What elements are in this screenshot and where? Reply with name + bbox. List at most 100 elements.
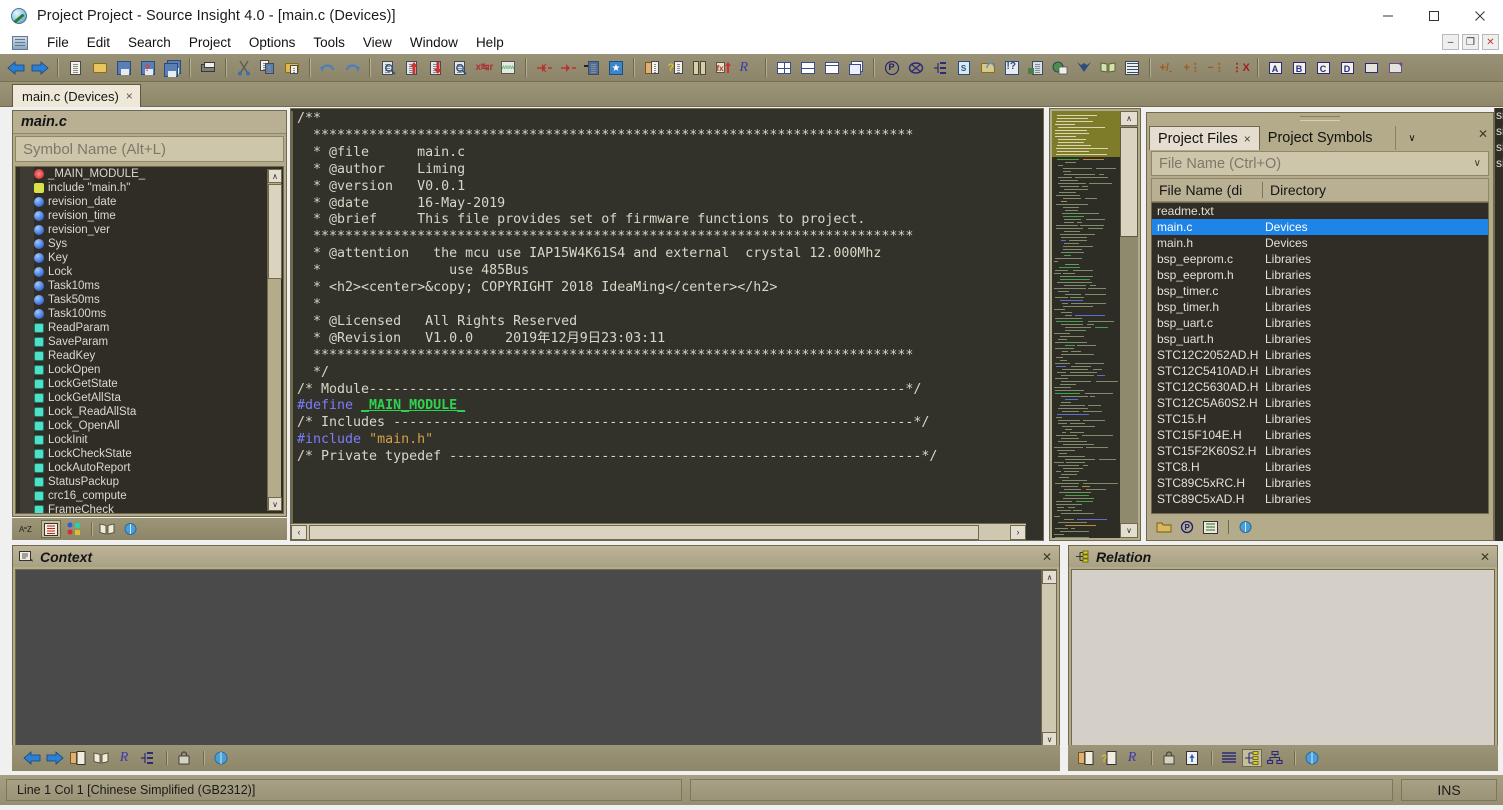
new-file-icon[interactable]	[65, 57, 87, 79]
project-file-list[interactable]: readme.txtmain.cDevicesmain.hDevicesbsp_…	[1151, 202, 1489, 514]
relation-content[interactable]	[1071, 569, 1495, 764]
symbol-list-item[interactable]: Task10ms	[16, 279, 283, 293]
open-book-icon[interactable]	[1097, 57, 1119, 79]
menu-view[interactable]: View	[354, 33, 401, 52]
bookmark-c-icon[interactable]: C	[1313, 57, 1335, 79]
symbol-type-icon[interactable]	[64, 520, 84, 538]
mdi-maximize-button[interactable]: ❐	[1462, 34, 1479, 50]
code-line[interactable]: * @attention the mcu use IAP15W4K61S4 an…	[297, 246, 1026, 263]
expand-icon[interactable]: +⋮	[1181, 57, 1203, 79]
symbol-list-item[interactable]: _MAIN_MODULE_	[16, 167, 283, 181]
symbol-list-item[interactable]: revision_time	[16, 209, 283, 223]
code-line[interactable]: ****************************************…	[297, 128, 1026, 145]
project-file-row[interactable]: STC8.HLibraries	[1152, 459, 1488, 475]
symbol-list[interactable]: _MAIN_MODULE_include "main.h"revision_da…	[15, 166, 284, 514]
scroll-down-icon[interactable]: ∨	[1042, 732, 1057, 746]
bird-icon[interactable]	[1073, 57, 1095, 79]
column-header-directory[interactable]: Directory	[1263, 182, 1326, 198]
project-file-row[interactable]: main.hDevices	[1152, 235, 1488, 251]
find-in-files-icon[interactable]	[449, 57, 471, 79]
project-file-row[interactable]: bsp_uart.hLibraries	[1152, 331, 1488, 347]
symbol-list-item[interactable]: SaveParam	[16, 335, 283, 349]
undo-icon[interactable]	[317, 57, 339, 79]
relation-window-icon[interactable]: R	[737, 57, 759, 79]
symbol-info-icon[interactable]: ?	[1099, 749, 1119, 767]
code-line[interactable]: /* Includes ----------------------------…	[297, 415, 1026, 432]
code-line[interactable]: ****************************************…	[297, 348, 1026, 365]
lock-icon[interactable]	[174, 749, 194, 767]
project-settings-icon[interactable]: P	[1177, 518, 1197, 536]
context-window-icon[interactable]	[1076, 749, 1096, 767]
code-line[interactable]: #include "main.h"	[297, 432, 1026, 449]
menu-help[interactable]: Help	[467, 33, 513, 52]
context-window-icon[interactable]	[68, 749, 88, 767]
symbol-list-item[interactable]: LockGetState	[16, 377, 283, 391]
scroll-right-icon[interactable]: ›	[1010, 525, 1026, 540]
symbol-list-item[interactable]: revision_ver	[16, 223, 283, 237]
project-report-icon[interactable]	[905, 57, 927, 79]
find-previous-icon[interactable]	[401, 57, 423, 79]
scroll-down-icon[interactable]: ∨	[268, 497, 282, 511]
symbol-list-item[interactable]: revision_date	[16, 195, 283, 209]
symbol-list-item[interactable]: Task50ms	[16, 293, 283, 307]
source-links-icon[interactable]	[977, 57, 999, 79]
scrollbar-thumb[interactable]	[1120, 127, 1138, 237]
close-icon[interactable]: ×	[126, 89, 133, 103]
symbol-info-icon[interactable]: ?	[665, 57, 687, 79]
sync-icon[interactable]	[1182, 749, 1202, 767]
menu-file[interactable]: File	[38, 33, 78, 52]
symbol-list-item[interactable]: Lock_ReadAllSta	[16, 405, 283, 419]
code-line[interactable]: * @brief This file provides set of firmw…	[297, 212, 1026, 229]
redo-icon[interactable]	[341, 57, 363, 79]
project-file-row[interactable]: bsp_uart.cLibraries	[1152, 315, 1488, 331]
mdi-close-button[interactable]: ✕	[1482, 34, 1499, 50]
scrollbar-track[interactable]	[307, 525, 1010, 540]
project-file-row[interactable]: bsp_eeprom.cLibraries	[1152, 251, 1488, 267]
symbol-search-input[interactable]: Symbol Name (Alt+L)	[15, 136, 284, 162]
mdi-app-icon[interactable]	[12, 36, 28, 50]
close-icon[interactable]: ×	[1244, 132, 1251, 146]
menu-edit[interactable]: Edit	[78, 33, 119, 52]
scroll-down-icon[interactable]: ∨	[1120, 523, 1138, 538]
refresh-icon[interactable]	[211, 749, 231, 767]
clear-marks-icon[interactable]: ⋮X	[1229, 57, 1251, 79]
tab-main-c[interactable]: main.c (Devices) ×	[12, 84, 141, 107]
scroll-up-icon[interactable]: ∧	[1042, 570, 1057, 584]
code-line[interactable]: /* Module-------------------------------…	[297, 382, 1026, 399]
scroll-up-icon[interactable]: ∧	[268, 169, 282, 183]
toggle-condition-icon[interactable]: +/-	[1157, 57, 1179, 79]
scroll-left-icon[interactable]: ‹	[291, 525, 307, 540]
outline-icon[interactable]	[137, 749, 157, 767]
relation-window-icon[interactable]: R	[1122, 749, 1142, 767]
mdi-restore-button[interactable]: –	[1442, 34, 1459, 50]
paste-icon[interactable]	[281, 57, 303, 79]
menu-project[interactable]: Project	[180, 33, 240, 52]
tile-windows-icon[interactable]	[773, 57, 795, 79]
save-all-icon[interactable]	[161, 57, 183, 79]
symbol-list-item[interactable]: LockOpen	[16, 363, 283, 377]
menu-options[interactable]: Options	[240, 33, 305, 52]
back-arrow-icon[interactable]	[22, 749, 42, 767]
code-line[interactable]: ****************************************…	[297, 229, 1026, 246]
project-file-row[interactable]: bsp_timer.cLibraries	[1152, 283, 1488, 299]
panel-close-button[interactable]: ✕	[1478, 127, 1488, 141]
window-list-icon[interactable]	[1361, 57, 1383, 79]
jump-back-icon[interactable]	[557, 57, 579, 79]
sort-alphabetical-icon[interactable]: AZ	[18, 520, 38, 538]
code-line[interactable]: * @file main.c	[297, 145, 1026, 162]
scroll-up-icon[interactable]: ∧	[1120, 111, 1138, 126]
back-arrow-icon[interactable]	[5, 57, 27, 79]
find-icon[interactable]	[377, 57, 399, 79]
open-file-icon[interactable]	[89, 57, 111, 79]
globe-icon[interactable]	[1049, 57, 1071, 79]
new-window-icon[interactable]: ✦	[1385, 57, 1407, 79]
search-web-icon[interactable]: www	[497, 57, 519, 79]
project-file-row[interactable]: readme.txt	[1152, 203, 1488, 219]
copy-icon[interactable]	[257, 57, 279, 79]
symbol-list-item[interactable]: LockAutoReport	[16, 461, 283, 475]
project-file-row[interactable]: bsp_eeprom.hLibraries	[1152, 267, 1488, 283]
tree-view-icon[interactable]	[1242, 749, 1262, 767]
refresh-icon[interactable]	[1235, 518, 1255, 536]
refresh-icon[interactable]	[1302, 749, 1322, 767]
symbol-list-item[interactable]: LockInit	[16, 433, 283, 447]
